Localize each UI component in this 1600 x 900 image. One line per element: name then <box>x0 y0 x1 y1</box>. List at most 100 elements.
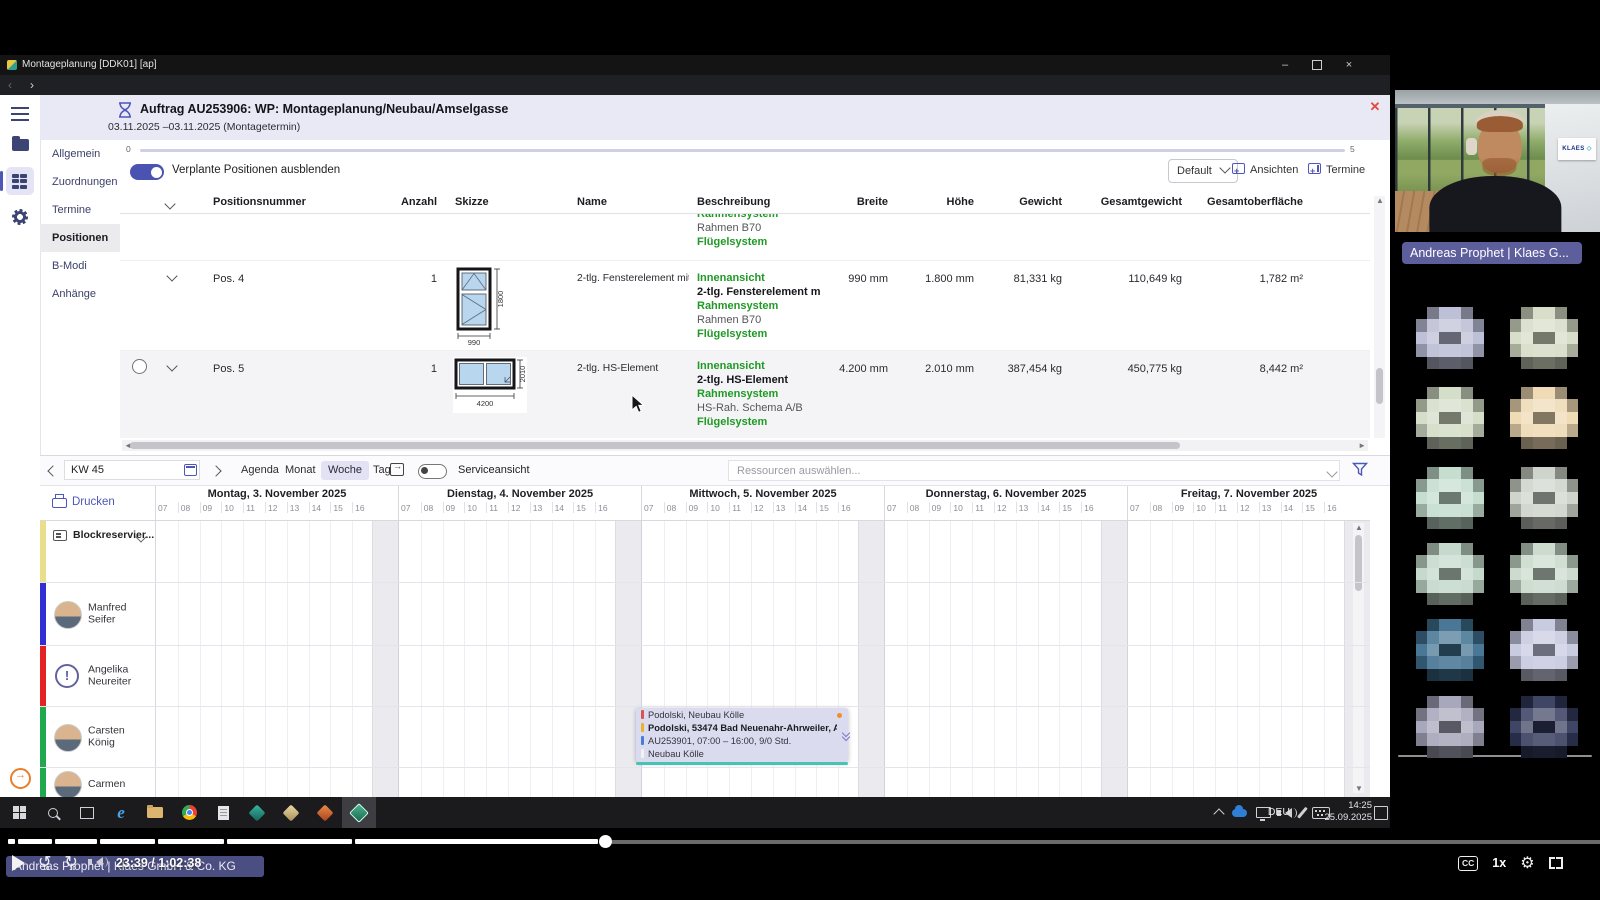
progress-playhead[interactable] <box>599 835 612 848</box>
sidebar-item-termine[interactable]: Termine <box>40 196 120 224</box>
video-progress-bar[interactable] <box>0 838 1600 846</box>
player-settings-icon[interactable]: ⚙ <box>1520 853 1534 873</box>
fullscreen-icon[interactable] <box>1549 857 1563 869</box>
start-taskbar-button[interactable] <box>2 797 36 828</box>
search-taskbar-button[interactable] <box>36 797 70 828</box>
description-line: Flügelsystem <box>697 415 803 429</box>
description-line: Rahmen B70 <box>697 313 820 327</box>
planning-board-icon[interactable] <box>6 167 34 195</box>
chrome-taskbar-button[interactable] <box>172 797 206 828</box>
resource-row[interactable]: !AngelikaNeureiter <box>40 645 155 706</box>
progress-chapter-segment <box>355 839 598 844</box>
collapse-all-chevron[interactable] <box>166 199 174 211</box>
sidebar-item-b-modi[interactable]: B-Modi <box>40 252 120 280</box>
filter-icon[interactable] <box>1352 462 1368 477</box>
table-row-clipped[interactable]: RahmensystemRahmen B70Flügelsystem <box>120 214 1370 261</box>
event-tooltip[interactable]: Podolski, Neubau KöllePodolski, 53474 Ba… <box>636 708 848 762</box>
settings-gear-icon[interactable] <box>6 203 34 231</box>
expand-view-icon[interactable] <box>390 463 404 476</box>
window-title: Montageplanung [DDK01] [ap] <box>22 59 157 70</box>
task-view-taskbar-button[interactable] <box>70 797 104 828</box>
pen-tray-icon[interactable] <box>1297 807 1307 819</box>
volume-icon[interactable] <box>91 855 103 871</box>
klaes-teal-taskbar-button[interactable] <box>240 797 274 828</box>
section-sidebar: AllgemeinZuordnungenTerminePositionenB-M… <box>40 140 120 308</box>
description-line: Rahmen B70 <box>697 221 778 235</box>
row-expand-chevron[interactable] <box>168 361 176 373</box>
table-row-pos5[interactable]: Pos. 5 1 4200 2010 2-tlg. HS-Element <box>120 351 1370 438</box>
logout-icon[interactable] <box>10 768 31 789</box>
description-line: Innenansicht <box>697 271 820 285</box>
week-input[interactable] <box>64 460 200 480</box>
tab-woche[interactable]: Woche <box>321 461 369 480</box>
day-column[interactable] <box>884 521 1127 797</box>
termine-button[interactable]: Termine <box>1308 159 1365 181</box>
sidebar-item-positionen[interactable]: Positionen <box>40 224 120 252</box>
scrollbar-thumb[interactable] <box>130 442 1180 449</box>
day-column[interactable] <box>1127 521 1370 797</box>
scheduler-vertical-scrollbar[interactable]: ▲ ▼ <box>1353 523 1364 793</box>
maximize-button[interactable] <box>1302 55 1332 75</box>
klaes-sand-taskbar-button[interactable] <box>274 797 308 828</box>
scheduler-body: Blockreservier...ManfredSeifer!AngelikaN… <box>40 521 1370 797</box>
onedrive-tray-icon[interactable] <box>1232 809 1247 817</box>
service-view-toggle[interactable] <box>418 464 447 479</box>
resource-row[interactable]: ManfredSeifer <box>40 582 155 645</box>
close-button[interactable]: × <box>1334 55 1364 75</box>
chevron-up-tray-icon[interactable] <box>1213 808 1224 819</box>
horizontal-scrollbar[interactable]: ◄ ► <box>122 440 1368 451</box>
sidebar-item-allgemein[interactable]: Allgemein <box>40 140 120 168</box>
participant-tile <box>1510 543 1578 605</box>
next-week-icon[interactable] <box>210 465 221 476</box>
resource-color-stripe <box>40 767 46 797</box>
rewind-10-icon[interactable]: ↺10 <box>38 855 51 871</box>
forward-icon[interactable]: › <box>30 78 34 92</box>
playback-speed[interactable]: 1x <box>1492 856 1506 870</box>
language-indicator[interactable]: DEU <box>1268 806 1290 818</box>
row-radio[interactable] <box>132 359 147 374</box>
day-column[interactable] <box>155 521 398 797</box>
zoom-slider[interactable] <box>140 149 1345 152</box>
back-icon[interactable]: ‹ <box>8 78 12 92</box>
resources-input[interactable] <box>728 460 1340 481</box>
menu-icon[interactable] <box>11 107 29 109</box>
expand-more-icon[interactable] <box>843 730 849 738</box>
hide-planned-toggle[interactable] <box>130 164 164 180</box>
forward-10-icon[interactable]: ↻10 <box>64 855 77 871</box>
order-close-icon[interactable]: ✕ <box>1368 100 1382 114</box>
taskbar-clock[interactable]: 14:25 25.09.2025 <box>1324 800 1372 824</box>
prev-week-icon[interactable] <box>47 465 58 476</box>
print-cell[interactable]: Drucken <box>40 486 156 520</box>
notepad-taskbar-button[interactable] <box>206 797 240 828</box>
klaes-orange-taskbar-button[interactable] <box>308 797 342 828</box>
play-icon[interactable] <box>12 855 25 871</box>
projects-icon[interactable] <box>6 131 34 159</box>
table-row-pos4[interactable]: Pos. 4 1 1800 990 2-tlg. <box>120 261 1370 351</box>
add-view-icon <box>1232 163 1245 174</box>
klaes-active-taskbar-button[interactable] <box>342 797 376 828</box>
captions-icon[interactable]: CC <box>1458 856 1478 871</box>
ansichten-button[interactable]: Ansichten <box>1232 159 1298 181</box>
event-bar[interactable] <box>636 762 848 766</box>
file-explorer-taskbar-button[interactable] <box>138 797 172 828</box>
tab-monat[interactable]: Monat <box>278 461 323 480</box>
minimize-button[interactable]: – <box>1270 55 1300 75</box>
resource-row[interactable]: CarstenKönig <box>40 706 155 767</box>
table-vertical-scrollbar[interactable]: ▲ <box>1374 196 1385 438</box>
sidebar-item-anh-nge[interactable]: Anhänge <box>40 280 120 308</box>
scrollbar-thumb[interactable] <box>1376 368 1383 404</box>
klaes-sand-icon <box>283 804 300 821</box>
day-column[interactable] <box>398 521 641 797</box>
app-icon <box>7 60 17 70</box>
calendar-icon[interactable] <box>184 464 197 476</box>
row-expand-chevron[interactable] <box>168 271 176 283</box>
view-select-dropdown[interactable]: Default <box>1168 159 1238 183</box>
internet-explorer-taskbar-button[interactable]: e <box>104 797 138 828</box>
headphones <box>1474 110 1526 142</box>
printer-icon <box>52 498 67 508</box>
resource-row[interactable]: Blockreservier... <box>40 521 155 582</box>
resource-row[interactable]: Carmen <box>40 767 155 797</box>
action-center-icon[interactable] <box>1374 806 1388 820</box>
sidebar-item-zuordnungen[interactable]: Zuordnungen <box>40 168 120 196</box>
slider-min-label: 0 <box>126 144 131 154</box>
